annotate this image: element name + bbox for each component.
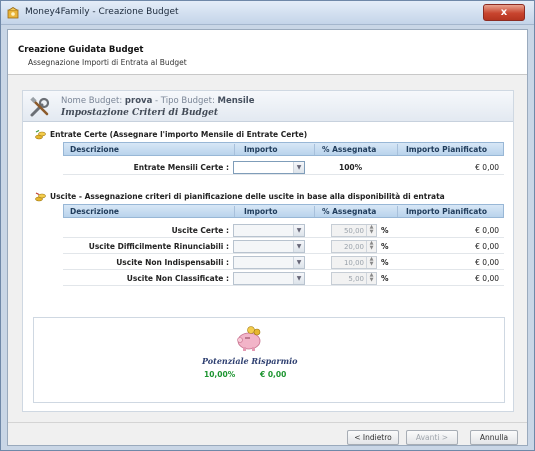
- uscite-row: Uscite Non Classificate : ▼ 5,00 ▲ ▼ % € …: [63, 271, 504, 286]
- entrate-mensili-label: Entrate Mensili Certe :: [133, 163, 229, 172]
- chevron-down-icon[interactable]: ▼: [293, 257, 304, 268]
- savings-box: Potenziale Risparmio 10,00% € 0,00: [33, 317, 505, 403]
- wizard-header: Creazione Guidata Budget Assegnazione Im…: [8, 30, 527, 75]
- entrate-section-title: Entrate Certe (Assegnare l'importo Mensi…: [35, 130, 307, 140]
- entrate-col-pianificato: Importo Pianificato: [406, 145, 488, 154]
- uscite-non-classificate-percent-spinner[interactable]: 5,00 ▲ ▼: [331, 272, 377, 285]
- uscite-certe-label: Uscite Certe :: [171, 226, 229, 235]
- entrate-section-text: Entrate Certe (Assegnare l'importo Mensi…: [50, 130, 308, 139]
- wizard-client-area: Creazione Guidata Budget Assegnazione Im…: [7, 29, 528, 446]
- uscite-non-classificate-label: Uscite Non Classificate :: [126, 274, 229, 283]
- spinner-value: 20,00: [343, 243, 364, 251]
- uscite-non-indispensabili-importo-combo[interactable]: ▼: [233, 256, 305, 269]
- budget-type-value: Mensile: [217, 96, 255, 106]
- uscite-section-text: Uscite - Assegnazione criteri di pianifi…: [50, 192, 445, 201]
- column-separator: [314, 206, 315, 217]
- entrate-pianificato: € 0,00: [475, 163, 499, 172]
- cancel-button[interactable]: Annulla: [470, 430, 518, 445]
- entrate-row: Entrate Mensili Certe : ▼ 100% € 0,00: [63, 160, 504, 175]
- uscite-difficilmente-importo-combo[interactable]: ▼: [233, 240, 305, 253]
- uscite-certe-percent-spinner[interactable]: 50,00 ▲ ▼: [331, 224, 377, 237]
- close-button[interactable]: x: [483, 4, 525, 21]
- column-separator: [314, 144, 315, 155]
- next-button[interactable]: Avanti >: [406, 430, 458, 445]
- spinner-value: 5,00: [348, 275, 364, 283]
- entrate-importo-combo[interactable]: ▼: [233, 161, 305, 174]
- percent-sign: %: [381, 226, 389, 235]
- column-separator: [397, 206, 398, 217]
- title-bar: Money4Family - Creazione Budget x: [1, 1, 534, 25]
- chevron-down-icon[interactable]: ▼: [293, 225, 304, 236]
- coins-icon: [35, 130, 46, 140]
- uscite-certe-pianificato: € 0,00: [475, 226, 499, 235]
- step-title: Impostazione Criteri di Budget: [61, 108, 218, 118]
- piggy-bank-icon: [237, 326, 261, 351]
- chevron-down-icon[interactable]: ▼: [293, 241, 304, 252]
- uscite-non-indispensabili-pianificato: € 0,00: [475, 258, 499, 267]
- percent-sign: %: [381, 274, 389, 283]
- uscite-non-classificate-importo-combo[interactable]: ▼: [233, 272, 305, 285]
- percent-sign: %: [381, 258, 389, 267]
- coins-out-icon: [35, 192, 46, 202]
- spinner-value: 50,00: [343, 227, 364, 235]
- uscite-difficilmente-percent-spinner[interactable]: 20,00 ▲ ▼: [331, 240, 377, 253]
- uscite-non-indispensabili-percent-spinner[interactable]: 10,00 ▲ ▼: [331, 256, 377, 269]
- entrate-col-importo: Importo: [244, 145, 278, 154]
- percent-sign: %: [381, 242, 389, 251]
- uscite-non-indispensabili-label: Uscite Non Indispensabili :: [116, 258, 229, 267]
- main-window: Money4Family - Creazione Budget x Creazi…: [0, 0, 535, 451]
- column-separator: [397, 144, 398, 155]
- uscite-col-importo: Importo: [244, 207, 278, 216]
- window-title: Money4Family - Creazione Budget: [25, 7, 179, 17]
- back-button[interactable]: < Indietro: [347, 430, 399, 445]
- savings-amount: € 0,00: [260, 370, 287, 379]
- uscite-section-title: Uscite - Assegnazione criteri di pianifi…: [35, 192, 445, 202]
- entrate-table-header: Descrizione Importo % Assegnata Importo …: [63, 142, 504, 156]
- entrate-col-descrizione: Descrizione: [70, 145, 120, 154]
- footer-separator: [8, 422, 527, 423]
- column-separator: [234, 206, 235, 217]
- uscite-col-assegnata: % Assegnata: [322, 207, 377, 216]
- column-separator: [234, 144, 235, 155]
- entrate-col-assegnata: % Assegnata: [322, 145, 377, 154]
- uscite-difficilmente-pianificato: € 0,00: [475, 242, 499, 251]
- chevron-down-icon[interactable]: ▼: [293, 273, 304, 284]
- uscite-row: Uscite Certe : ▼ 50,00 ▲ ▼ % € 0,00: [63, 223, 504, 238]
- budget-name-label: Nome Budget:: [61, 96, 123, 106]
- budget-type-label: - Tipo Budget:: [155, 96, 215, 106]
- uscite-row: Uscite Non Indispensabili : ▼ 10,00 ▲ ▼ %…: [63, 255, 504, 270]
- chevron-down-icon[interactable]: ▼: [293, 162, 304, 173]
- budget-name-line: Nome Budget: prova - Tipo Budget: Mensil…: [61, 96, 254, 106]
- uscite-non-classificate-pianificato: € 0,00: [475, 274, 499, 283]
- uscite-difficilmente-label: Uscite Difficilmente Rinunciabili :: [88, 242, 229, 251]
- uscite-row: Uscite Difficilmente Rinunciabili : ▼ 20…: [63, 239, 504, 254]
- wizard-title: Creazione Guidata Budget: [18, 45, 144, 55]
- spinner-arrows-icon[interactable]: ▲ ▼: [366, 273, 376, 284]
- uscite-col-descrizione: Descrizione: [70, 207, 120, 216]
- budget-name-value: prova: [124, 96, 153, 106]
- savings-title: Potenziale Risparmio: [202, 356, 298, 366]
- budget-criteria-panel: Nome Budget: prova - Tipo Budget: Mensil…: [22, 90, 514, 412]
- spinner-arrows-icon[interactable]: ▲ ▼: [366, 241, 376, 252]
- tools-icon: [30, 96, 50, 117]
- budget-info-bar: Nome Budget: prova - Tipo Budget: Mensil…: [23, 91, 513, 122]
- money4family-app-icon: [7, 7, 19, 19]
- savings-percent: 10,00%: [204, 370, 236, 379]
- uscite-table-header: Descrizione Importo % Assegnata Importo …: [63, 204, 504, 218]
- uscite-col-pianificato: Importo Pianificato: [406, 207, 488, 216]
- wizard-subtitle: Assegnazione Importi di Entrata al Budge…: [28, 58, 187, 67]
- spinner-arrows-icon[interactable]: ▲ ▼: [366, 257, 376, 268]
- uscite-certe-importo-combo[interactable]: ▼: [233, 224, 305, 237]
- spinner-value: 10,00: [343, 259, 364, 267]
- spinner-arrows-icon[interactable]: ▲ ▼: [366, 225, 376, 236]
- entrate-percent: 100%: [339, 163, 363, 172]
